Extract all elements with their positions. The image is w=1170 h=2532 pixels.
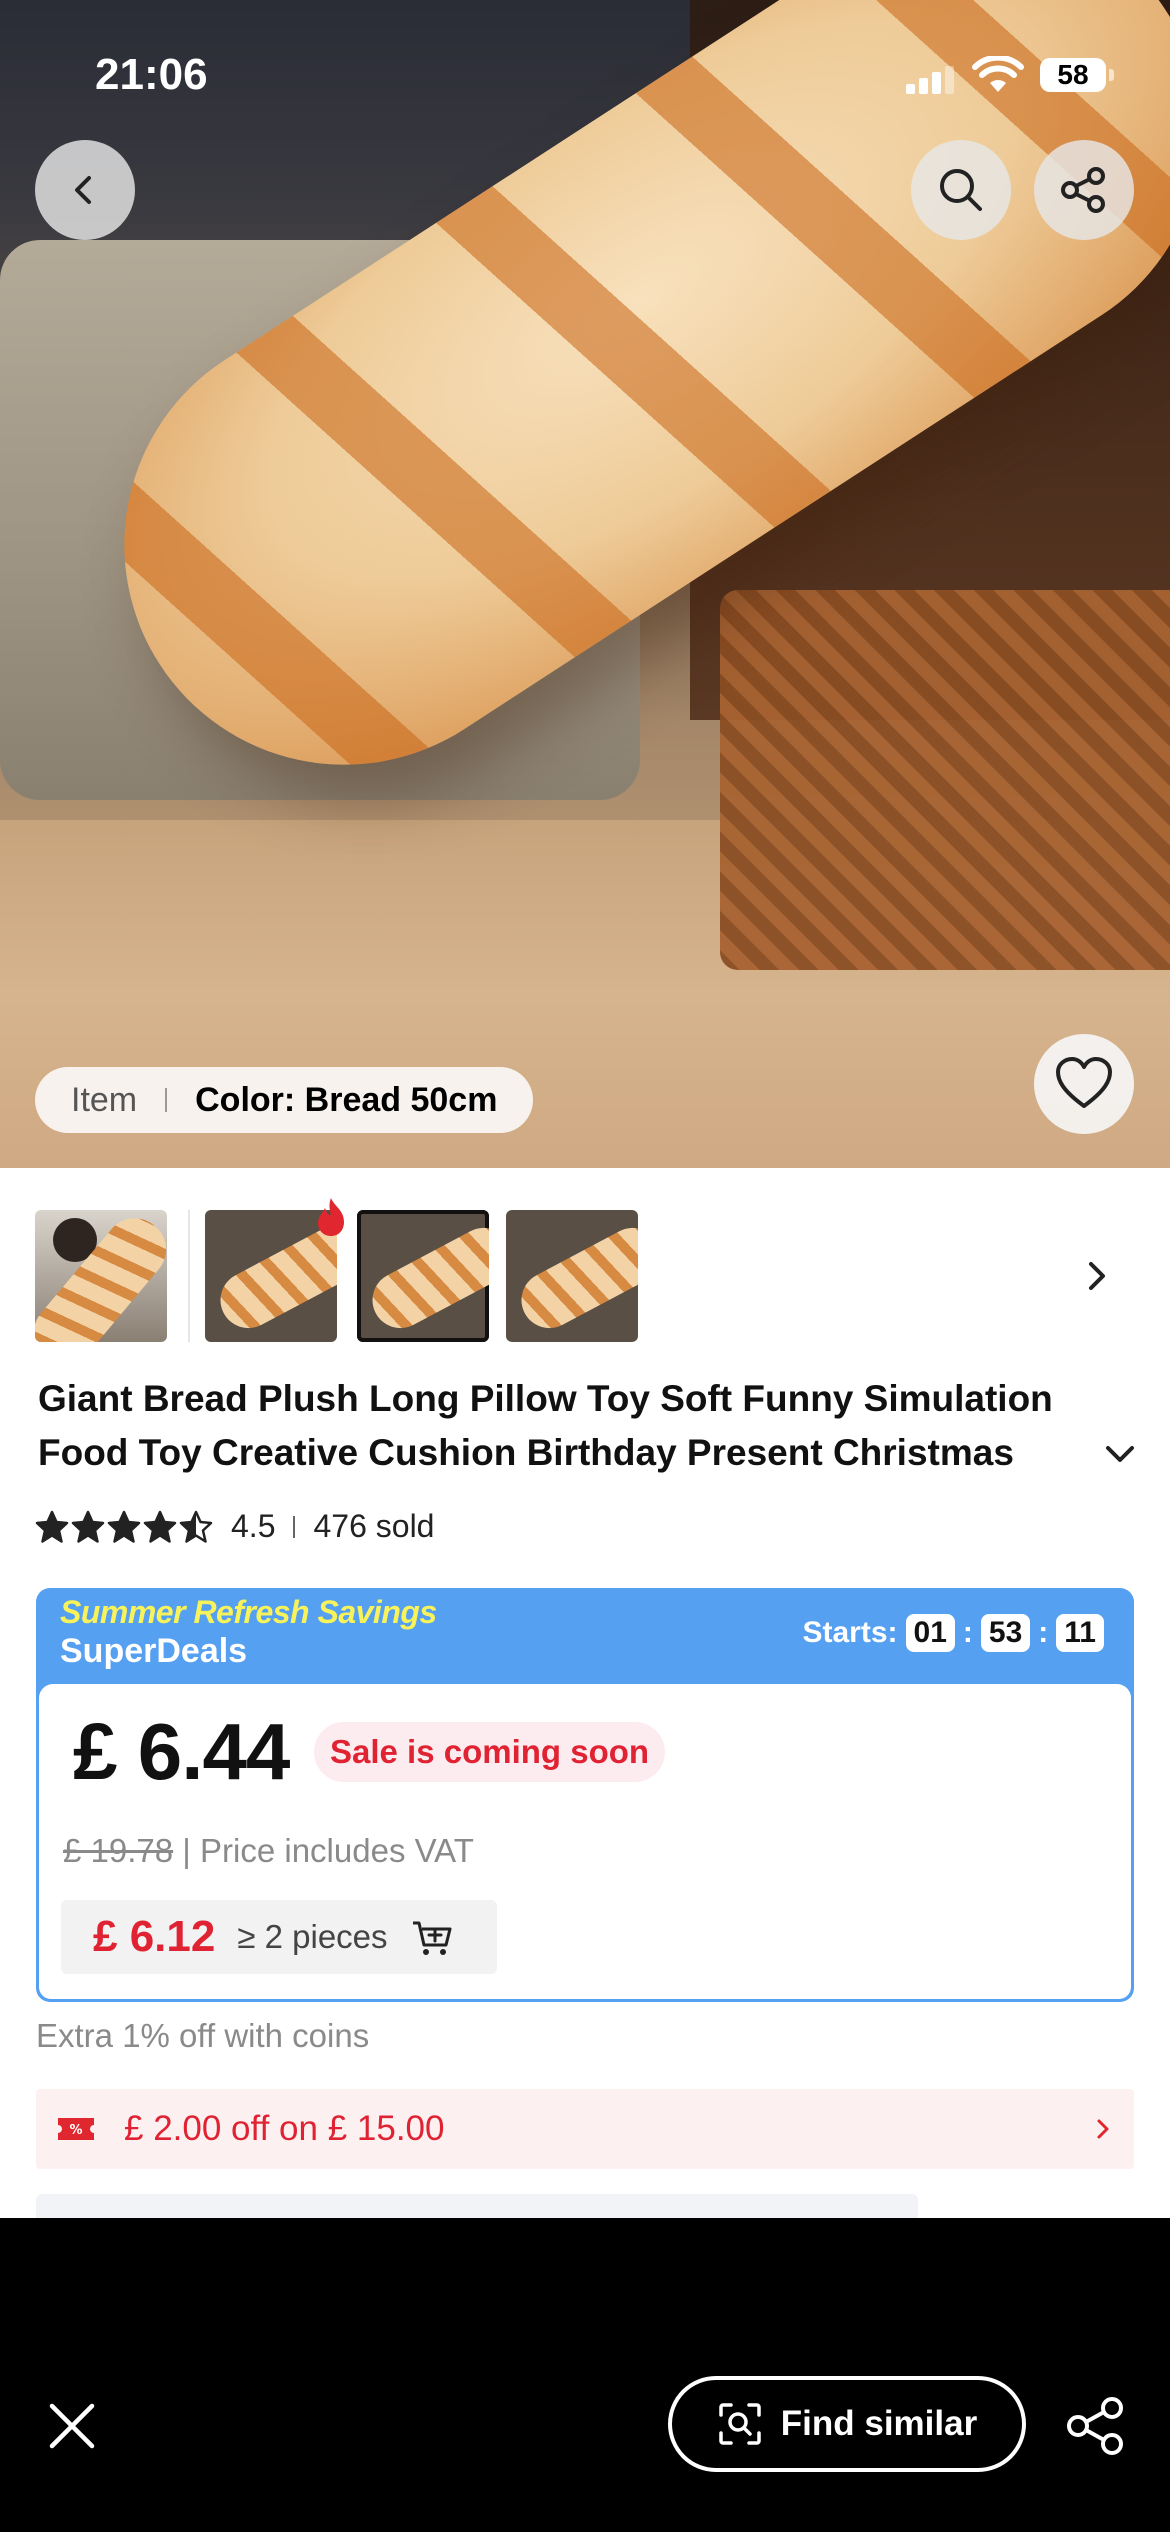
coupon-banner[interactable]: % £ 2.00 off on £ 15.00 <box>36 2089 1134 2169</box>
search-button[interactable] <box>911 140 1011 240</box>
coupon-icon: % <box>58 2118 94 2140</box>
bulk-price-button[interactable]: £ 6.12 ≥ 2 pieces <box>61 1900 497 1974</box>
find-similar-button[interactable]: Find similar <box>668 2376 1026 2472</box>
star-rating <box>35 1510 215 1544</box>
bulk-quantity: ≥ 2 pieces <box>237 1918 388 1955</box>
rating-row[interactable]: 4.5 476 sold <box>35 1508 434 1545</box>
countdown-minutes: 53 <box>980 1614 1031 1652</box>
coupon-text: £ 2.00 off on £ 15.00 <box>124 2109 445 2148</box>
variant-color-label: Color: Bread 50cm <box>195 1080 498 1119</box>
wicker-basket <box>720 590 1170 970</box>
star-icon <box>107 1510 141 1543</box>
thumbnail-divider <box>188 1210 190 1342</box>
flame-icon <box>318 1198 344 1236</box>
bottom-action-bar: Find similar <box>0 2218 1170 2532</box>
countdown-hours: 01 <box>905 1614 955 1652</box>
original-price: £ 19.78 <box>63 1832 174 1869</box>
image-search-icon <box>719 2403 761 2445</box>
vat-note: | Price includes VAT <box>182 1832 474 1869</box>
deal-label: SuperDeals <box>60 1632 248 1670</box>
product-hero-image[interactable]: 21:06 58 Item Color: Bread 50cm <box>0 0 1170 1168</box>
deal-campaign-title: Summer Refresh Savings <box>60 1594 437 1630</box>
next-section-peek <box>36 2194 918 2218</box>
variant-divider <box>165 1088 168 1112</box>
rating-value: 4.5 <box>231 1508 276 1544</box>
chevron-left-icon <box>75 176 91 204</box>
countdown-seconds: 11 <box>1056 1614 1104 1652</box>
svg-text:%: % <box>69 2123 82 2138</box>
thumbnail-3-selected[interactable] <box>357 1210 489 1342</box>
sale-status-badge: Sale is coming soon <box>314 1722 666 1782</box>
sold-count: 476 sold <box>313 1508 435 1544</box>
deal-price-panel: £ 6.44 Sale is coming soon £ 19.78 | Pri… <box>39 1684 1131 1999</box>
coins-discount-note: Extra 1% off with coins <box>36 2017 370 2054</box>
close-icon[interactable] <box>44 2398 100 2454</box>
thumbnail-4[interactable] <box>506 1210 638 1342</box>
deal-countdown: Starts: 01 : 53 : 11 <box>802 1614 1104 1652</box>
status-time: 21:06 <box>95 50 208 99</box>
product-detail-content: Giant Bread Plush Long Pillow Toy Soft F… <box>0 1168 1170 2218</box>
thumbnail-strip <box>35 1198 1135 1345</box>
thumbnail-1[interactable] <box>35 1210 167 1342</box>
add-to-cart-icon <box>412 1921 452 1955</box>
chevron-right-icon[interactable] <box>1077 1254 1117 1298</box>
chevron-down-icon[interactable] <box>1100 1436 1140 1472</box>
share-button[interactable] <box>1034 140 1134 240</box>
star-icon <box>71 1510 105 1543</box>
search-icon <box>940 169 982 211</box>
find-similar-label: Find similar <box>780 2404 978 2443</box>
star-icon <box>143 1510 177 1543</box>
favorite-button[interactable] <box>1034 1034 1134 1134</box>
sale-price: £ 6.44 <box>73 1707 290 1796</box>
heart-icon <box>1056 1057 1112 1108</box>
bulk-price: £ 6.12 <box>93 1912 216 1961</box>
star-icon <box>179 1510 213 1543</box>
superdeals-card[interactable]: Summer Refresh Savings SuperDeals Starts… <box>36 1588 1134 2002</box>
chevron-right-icon <box>1097 2119 1109 2139</box>
star-icon <box>35 1510 69 1543</box>
cellular-signal-icon <box>906 66 958 94</box>
status-bar: 21:06 58 <box>0 44 1170 104</box>
variant-item-label: Item <box>71 1080 138 1119</box>
share-icon[interactable] <box>1064 2394 1128 2458</box>
original-price-line: £ 19.78 | Price includes VAT <box>63 1832 474 1870</box>
product-title: Giant Bread Plush Long Pillow Toy Soft F… <box>38 1378 1053 1473</box>
variant-selector-pill[interactable]: Item Color: Bread 50cm <box>35 1067 534 1133</box>
countdown-label: Starts: <box>802 1616 898 1649</box>
battery-icon: 58 <box>1040 58 1114 92</box>
wifi-icon <box>972 56 1024 92</box>
back-button[interactable] <box>35 140 135 240</box>
rating-divider <box>293 1515 296 1538</box>
share-icon <box>1061 167 1105 213</box>
